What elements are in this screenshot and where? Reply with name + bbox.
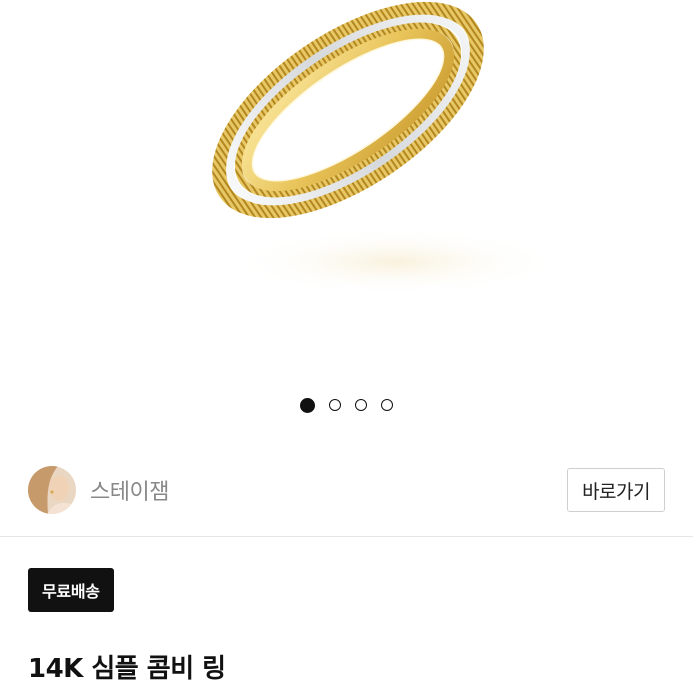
carousel-dot-1[interactable]	[300, 398, 315, 413]
product-title: 14K 심플 콤비 링	[28, 654, 226, 684]
product-photo[interactable]	[0, 0, 693, 380]
carousel-dot-2[interactable]	[329, 399, 341, 411]
goto-shop-button[interactable]: 바로가기	[567, 468, 665, 512]
carousel-dot-3[interactable]	[355, 399, 367, 411]
seller-name[interactable]: 스테이잼	[90, 474, 169, 506]
seller-row: 스테이잼 바로가기	[28, 464, 665, 516]
section-divider	[0, 536, 693, 537]
free-shipping-badge: 무료배송	[28, 568, 114, 612]
avatar-photo-icon	[28, 466, 76, 514]
carousel-dot-4[interactable]	[381, 399, 393, 411]
seller-avatar[interactable]	[28, 466, 76, 514]
ring-illustration	[212, 1, 560, 296]
product-page: 스테이잼 바로가기 무료배송 14K 심플 콤비 링	[0, 0, 693, 693]
carousel-pagination	[0, 398, 693, 413]
